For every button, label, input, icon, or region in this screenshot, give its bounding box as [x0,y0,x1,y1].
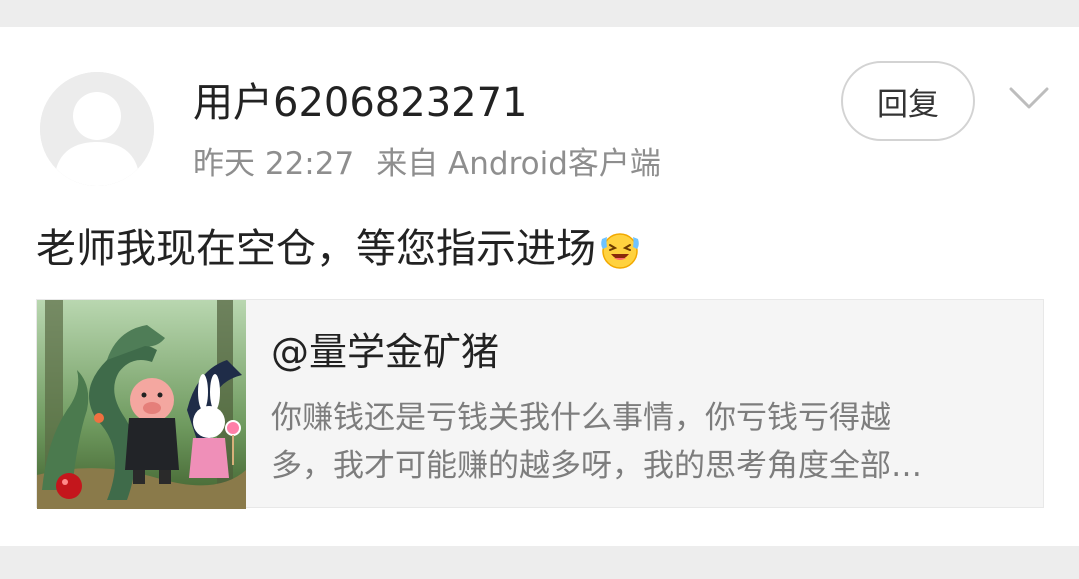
reply-button[interactable]: 回复 [841,61,975,141]
comment-body: 老师我现在空仓，等您指示进场 [36,223,642,275]
comment-text: 老师我现在空仓，等您指示进场 [36,226,596,272]
quoted-post-text-line: 你赚钱还是亏钱关我什么事情，你亏钱亏得越 [271,400,891,436]
chevron-down-icon[interactable] [1008,85,1050,111]
username[interactable]: 用户6206823271 [193,77,528,129]
quoted-post-thumbnail [37,300,246,509]
quoted-post-author[interactable]: @量学金矿猪 [271,328,499,376]
quoted-post-text-line: 多，我才可能赚的越多呀，我的思考角度全部… [271,448,922,484]
avatar[interactable] [40,72,154,186]
comment-card: 用户6206823271 昨天 22:27 来自 Android客户端 回复 老师… [0,27,1079,546]
quoted-post[interactable]: @量学金矿猪 你赚钱还是亏钱关我什么事情，你亏钱亏得越 多，我才可能赚的越多呀，… [36,299,1044,509]
default-user-avatar-icon [40,72,154,186]
timestamp: 昨天 22:27 [193,146,355,182]
quoted-post-text: 你赚钱还是亏钱关我什么事情，你亏钱亏得越 多，我才可能赚的越多呀，我的思考角度全… [271,394,1021,490]
crying-laughing-emoji-icon [601,233,639,269]
comment-meta: 昨天 22:27 来自 Android客户端 [193,143,661,185]
cartoon-pig-rabbit-dragons-forest-image [37,300,246,509]
source-client: 来自 Android客户端 [376,146,661,182]
